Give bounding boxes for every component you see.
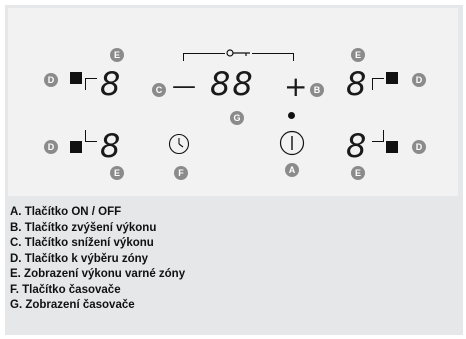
callout-d-bottom-left: D <box>44 140 58 154</box>
callout-e-bottom-right: E <box>351 166 365 180</box>
callout-d-bottom-right: D <box>412 140 426 154</box>
connector-tr-vertical <box>372 78 373 90</box>
connector-tl-vertical <box>85 78 86 90</box>
zone-display-bottom-left: 8 <box>100 127 121 165</box>
lock-key-icon <box>226 49 250 57</box>
callout-e-bottom-left: E <box>110 166 124 180</box>
callout-g: G <box>230 111 244 125</box>
zone-display-top-right: 8 <box>346 65 367 103</box>
connector-br-vertical <box>383 130 384 142</box>
minus-button[interactable]: — <box>172 72 196 100</box>
callout-f: F <box>174 166 188 180</box>
lock-bracket-right-line <box>252 53 294 54</box>
legend-item-f: F. Tlačítko časovače <box>10 283 121 296</box>
legend-item-d: D. Tlačítko k výběru zóny <box>10 252 149 265</box>
callout-e-top-left: E <box>110 48 124 62</box>
callout-a: A <box>285 163 299 177</box>
connector-tr-horizontal <box>372 78 384 79</box>
zone-select-top-right[interactable] <box>386 72 398 84</box>
callout-b: B <box>310 83 324 97</box>
lock-bracket-left-line <box>183 53 225 54</box>
callout-c: C <box>152 83 166 97</box>
connector-bl-horizontal <box>85 141 97 142</box>
connector-tl-horizontal <box>85 78 97 79</box>
legend-item-g: G. Zobrazení časovače <box>10 299 135 311</box>
zone-display-top-left: 8 <box>100 65 121 103</box>
callout-d-top-right: D <box>412 73 426 87</box>
callout-e-top-right: E <box>351 48 365 62</box>
callout-d-top-left: D <box>44 73 58 87</box>
plus-button[interactable]: + <box>284 73 307 101</box>
zone-select-bottom-right[interactable] <box>386 141 398 153</box>
legend-item-b: B. Tlačítko zvýšení výkonu <box>10 221 157 234</box>
legend: A. Tlačítko ON / OFF B. Tlačítko zvýšení… <box>10 205 456 314</box>
legend-item-e: E. Zobrazení výkonu varné zóny <box>10 268 186 280</box>
clock-icon[interactable] <box>168 133 190 155</box>
legend-item-c: C. Tlačítko snížení výkonu <box>10 237 154 249</box>
timer-display: 88 <box>210 65 255 103</box>
power-indicator-dot <box>288 112 295 119</box>
zone-select-top-left[interactable] <box>70 72 82 84</box>
lock-bracket-left <box>183 53 184 61</box>
legend-item-a: A. Tlačítko ON / OFF <box>10 206 122 218</box>
zone-select-bottom-left[interactable] <box>70 141 82 153</box>
zone-display-bottom-right: 8 <box>346 127 367 165</box>
lock-bracket-right <box>293 53 294 61</box>
power-icon[interactable] <box>279 130 305 156</box>
